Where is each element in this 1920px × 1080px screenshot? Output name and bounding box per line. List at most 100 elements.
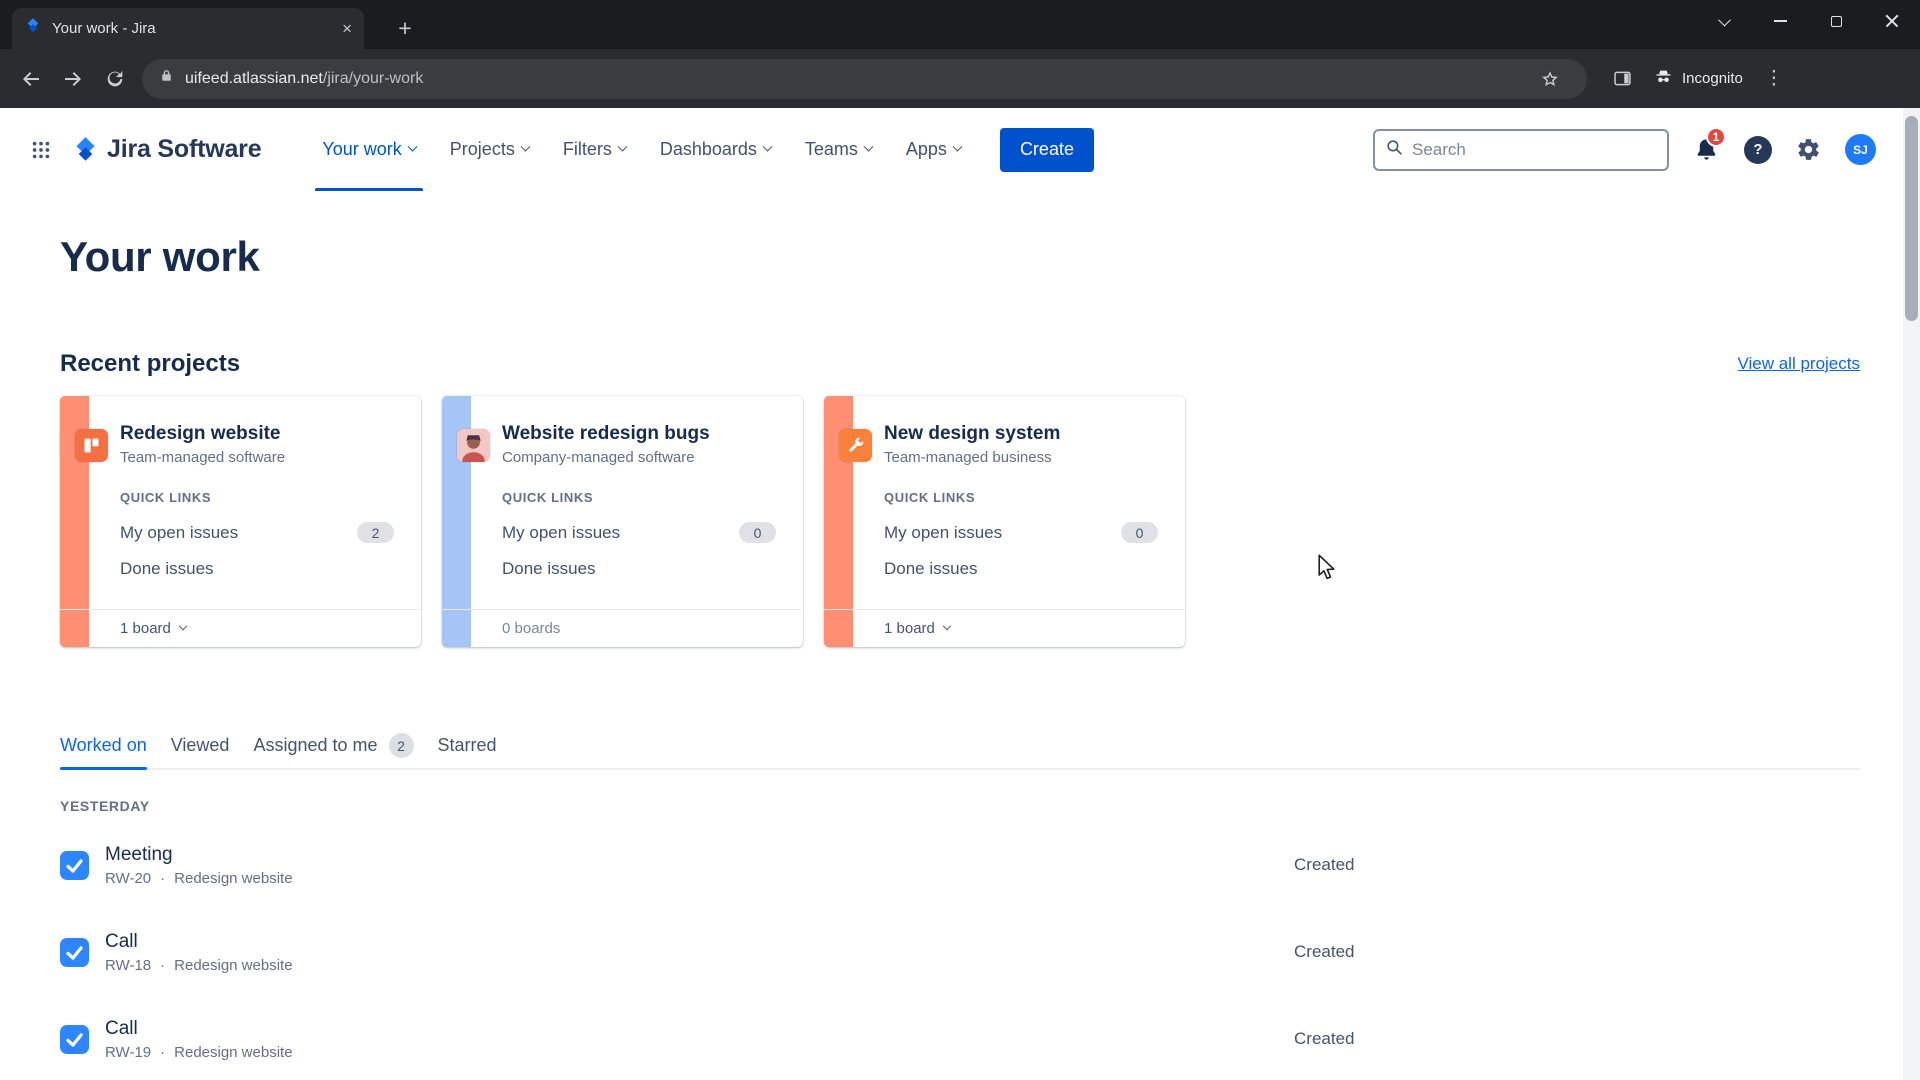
tab-starred[interactable]: Starred <box>438 723 497 768</box>
tab-search-icon[interactable] <box>1696 0 1752 42</box>
search-icon <box>1385 138 1404 162</box>
help-button[interactable]: ? <box>1744 135 1772 164</box>
open-issues-count: 2 <box>357 522 394 543</box>
done-issues-link[interactable]: Done issues <box>884 559 1158 579</box>
quick-links-label: QUICK LINKS <box>120 490 212 505</box>
work-item[interactable]: Meeting RW-20 · Redesign website Created <box>60 834 1860 896</box>
tab-viewed[interactable]: Viewed <box>171 723 230 768</box>
issue-title[interactable]: Call <box>105 931 293 953</box>
app-switcher-icon[interactable] <box>24 133 58 167</box>
assigned-count-badge: 2 <box>388 733 414 758</box>
create-button[interactable]: Create <box>999 127 1094 172</box>
issue-title[interactable]: Meeting <box>105 844 293 866</box>
board-dropdown[interactable]: 1 board <box>60 609 421 647</box>
recent-projects-heading: Recent projects <box>60 350 241 377</box>
chevron-down-icon <box>178 621 188 630</box>
project-icon-new-design-system <box>839 429 872 462</box>
issue-meta: RW-19 · Redesign website <box>105 1044 293 1061</box>
yesterday-section-label: YESTERDAY <box>60 798 150 814</box>
tab-worked-on[interactable]: Worked on <box>60 723 147 770</box>
chevron-down-icon <box>520 141 531 152</box>
work-item[interactable]: Call RW-19 · Redesign website Created <box>60 1008 1860 1070</box>
tab-close-icon[interactable]: × <box>342 20 352 37</box>
incognito-badge: Incognito <box>1643 66 1753 91</box>
nav-apps[interactable]: Apps <box>889 108 978 191</box>
my-open-issues-link[interactable]: My open issues 0 <box>502 522 776 543</box>
jira-logo-text: Jira Software <box>107 135 262 163</box>
project-title[interactable]: Redesign website <box>120 423 405 445</box>
url-text: uifeed.atlassian.net/jira/your-work <box>185 69 424 87</box>
notifications-button[interactable]: 1 <box>1693 127 1726 163</box>
issue-meta: RW-20 · Redesign website <box>105 870 293 887</box>
work-tabs: Worked on Viewed Assigned to me 2 Starre… <box>60 723 1860 770</box>
address-bar[interactable]: uifeed.atlassian.net/jira/your-work <box>142 58 1587 100</box>
global-search[interactable] <box>1373 128 1669 171</box>
jira-logo-icon <box>76 137 95 161</box>
browser-titlebar: Your work - Jira × + <box>0 0 1920 49</box>
issue-title[interactable]: Call <box>105 1018 293 1040</box>
minimize-button[interactable] <box>1752 0 1808 42</box>
task-type-icon <box>60 937 89 967</box>
issue-status: Created <box>1294 1029 1355 1048</box>
window-controls <box>1696 0 1920 42</box>
boards-label: 0 boards <box>442 609 803 647</box>
browser-menu-icon[interactable]: ⋮ <box>1753 58 1795 100</box>
nav-filters[interactable]: Filters <box>546 108 643 191</box>
recent-projects-cards: Redesign website Team-managed software Q… <box>60 396 1860 647</box>
project-card-redesign-website[interactable]: Redesign website Team-managed software Q… <box>60 396 421 647</box>
primary-nav: Your work Projects Filters Dashboards Te… <box>305 108 978 191</box>
scrollbar-thumb[interactable] <box>1905 116 1918 321</box>
done-issues-link[interactable]: Done issues <box>120 559 394 579</box>
settings-button[interactable] <box>1796 137 1821 162</box>
chevron-down-icon <box>863 141 874 152</box>
issue-key: RW-19 <box>105 1043 152 1061</box>
tab-title: Your work - Jira <box>52 20 156 37</box>
nav-teams[interactable]: Teams <box>788 108 889 191</box>
project-title[interactable]: Website redesign bugs <box>502 423 787 445</box>
notification-count-badge: 1 <box>1706 127 1726 147</box>
nav-your-work[interactable]: Your work <box>305 108 432 191</box>
new-tab-button[interactable]: + <box>390 13 420 43</box>
project-card-new-design-system[interactable]: New design system Team-managed business … <box>824 396 1185 647</box>
project-icon-redesign-website <box>75 429 108 462</box>
view-all-projects-link[interactable]: View all projects <box>1737 354 1860 374</box>
close-window-button[interactable] <box>1864 0 1920 42</box>
page-scrollbar[interactable] <box>1903 108 1920 1080</box>
separator-dot: · <box>160 1043 166 1061</box>
main-content: Your work Recent projects View all proje… <box>0 232 1920 1070</box>
quick-links-label: QUICK LINKS <box>884 490 976 505</box>
chevron-down-icon <box>942 621 952 630</box>
my-open-issues-link[interactable]: My open issues 2 <box>120 522 394 543</box>
maximize-button[interactable] <box>1808 0 1864 42</box>
forward-button[interactable] <box>52 58 94 100</box>
separator-dot: · <box>160 956 166 974</box>
bookmark-star-icon[interactable] <box>1529 58 1571 100</box>
tab-assigned-to-me[interactable]: Assigned to me 2 <box>253 723 414 768</box>
nav-projects[interactable]: Projects <box>433 108 546 191</box>
user-avatar[interactable]: SJ <box>1845 134 1876 165</box>
project-card-website-redesign-bugs[interactable]: Website redesign bugs Company-managed so… <box>442 396 803 647</box>
open-issues-count: 0 <box>739 522 776 543</box>
lock-icon <box>158 68 175 90</box>
page-title: Your work <box>60 233 260 280</box>
issue-key: RW-20 <box>105 869 152 887</box>
my-open-issues-link[interactable]: My open issues 0 <box>884 522 1158 543</box>
side-panel-icon[interactable] <box>1601 58 1643 100</box>
chevron-down-icon <box>762 141 773 152</box>
reload-button[interactable] <box>94 58 136 100</box>
work-item[interactable]: Call RW-18 · Redesign website Created <box>60 921 1860 983</box>
nav-dashboards[interactable]: Dashboards <box>643 108 788 191</box>
project-title[interactable]: New design system <box>884 423 1169 445</box>
done-issues-link[interactable]: Done issues <box>502 559 776 579</box>
browser-toolbar: uifeed.atlassian.net/jira/your-work Inco… <box>0 49 1920 108</box>
search-input[interactable] <box>1412 139 1657 160</box>
jira-logo[interactable]: Jira Software <box>72 135 262 164</box>
back-button[interactable] <box>10 58 52 100</box>
board-dropdown[interactable]: 1 board <box>824 609 1185 647</box>
project-icon-website-redesign-bugs <box>457 429 490 462</box>
jira-favicon <box>24 17 42 40</box>
browser-tab[interactable]: Your work - Jira × <box>12 8 364 49</box>
chevron-down-icon <box>952 141 963 152</box>
work-list: Meeting RW-20 · Redesign website Created… <box>60 834 1860 1070</box>
jira-header: Jira Software Your work Projects Filters… <box>0 108 1920 191</box>
